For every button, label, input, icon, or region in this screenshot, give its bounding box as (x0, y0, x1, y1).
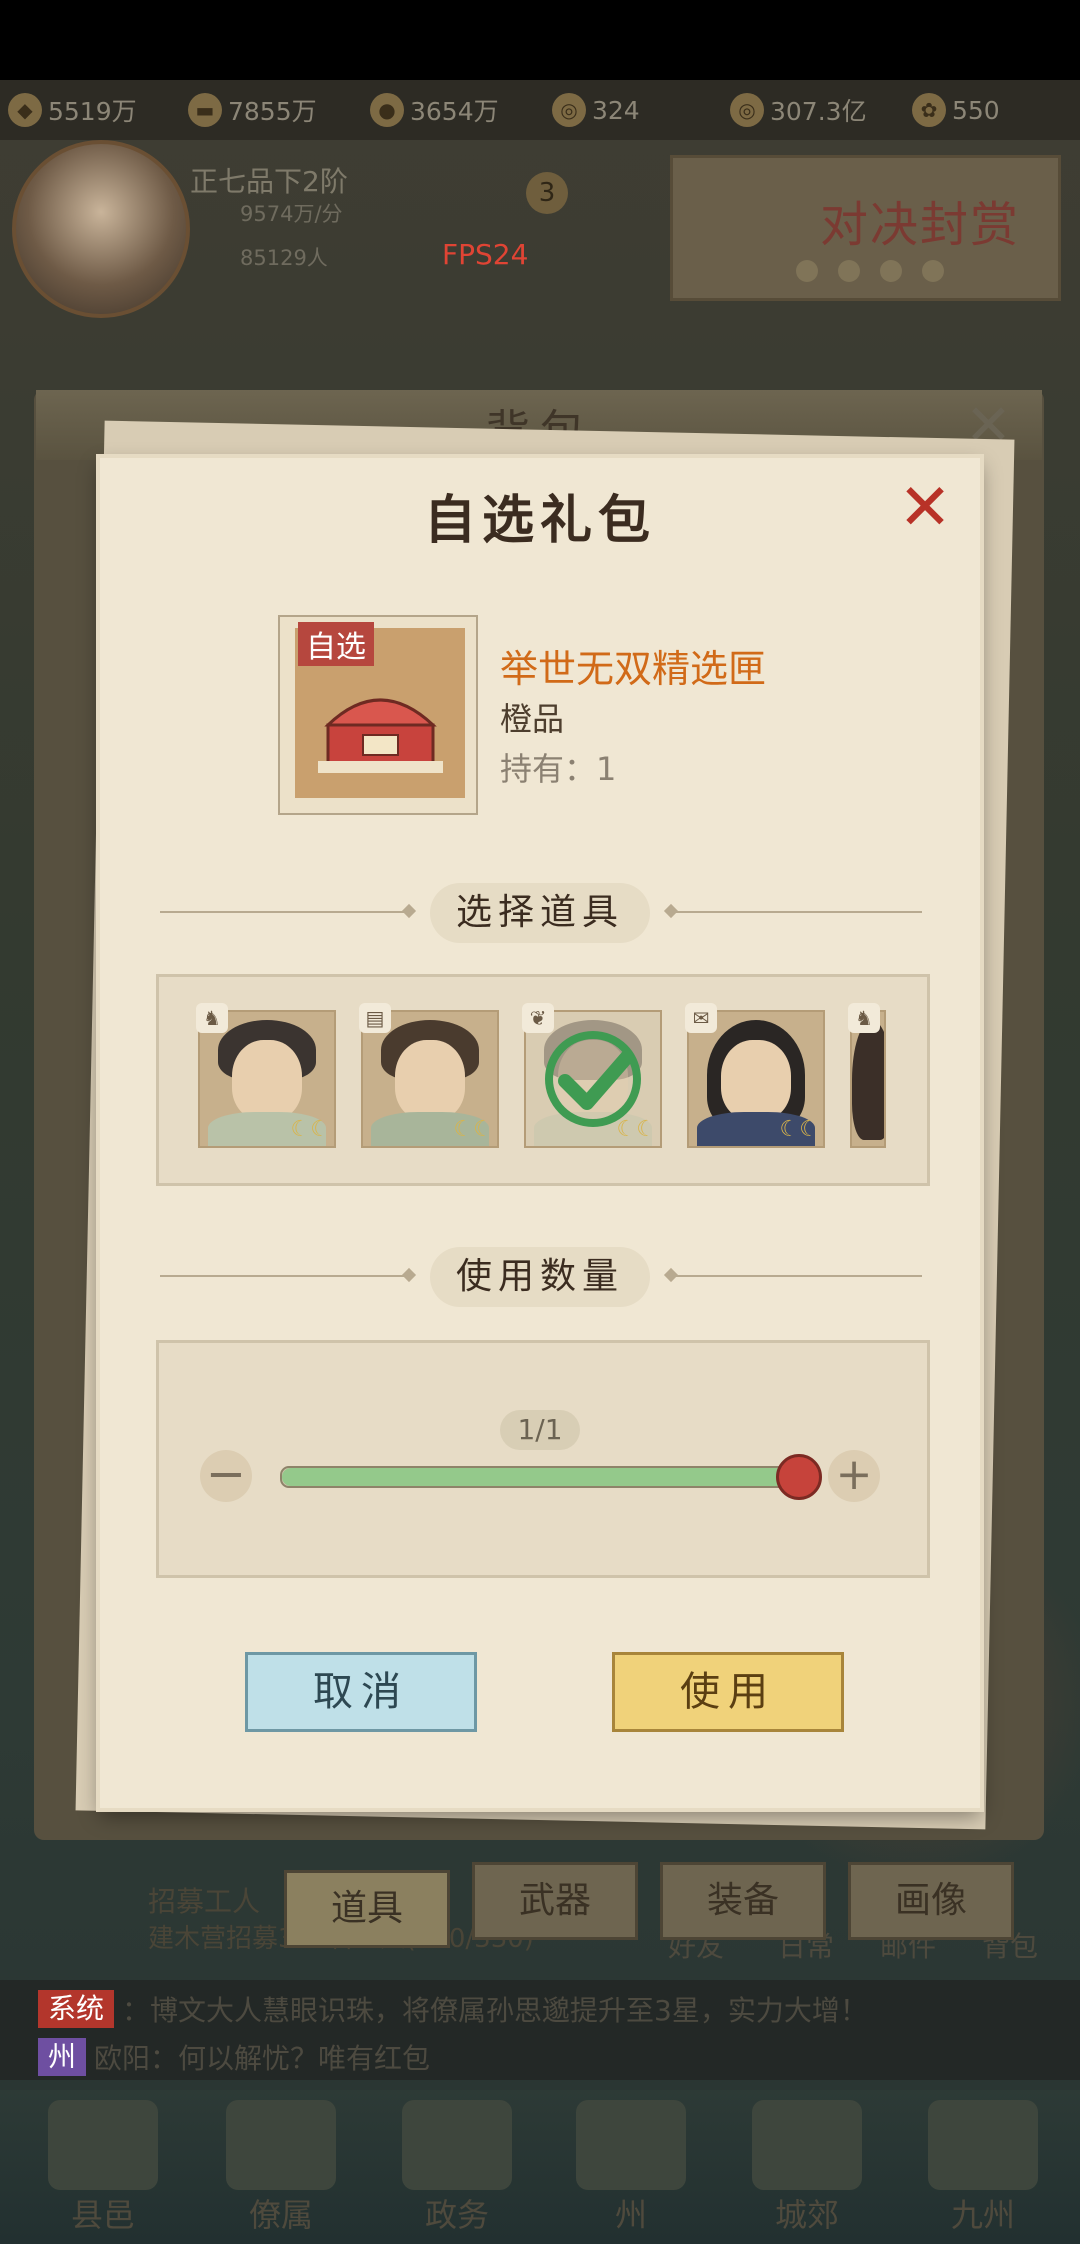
chat-channel-tag: 州 (38, 2038, 87, 2076)
nav-label: 政务 (424, 2196, 489, 2234)
tab-portraits[interactable]: 画像 (848, 1862, 1014, 1940)
treasure-chest-icon (318, 698, 443, 773)
timber-icon: ▬ (188, 93, 222, 127)
fan-icon: ❦ (522, 1003, 554, 1033)
select-section-heading: 选择道具 (430, 883, 650, 943)
chat-message: 州 欧阳：何以解忧？唯有红包 (38, 2036, 430, 2078)
horse-icon: ♞ (848, 1003, 880, 1033)
resource-gold: ◆ 5519万 (8, 90, 137, 130)
chat-text: 欧阳：何以解忧？唯有红包 (94, 2042, 431, 2075)
county-icon (48, 2100, 158, 2190)
moon-icon: ☾☾ (779, 1117, 819, 1142)
cancel-button[interactable]: 取消 (245, 1652, 477, 1732)
level-badge[interactable]: 3 (526, 172, 568, 214)
resource-coin: ◎ 307.3亿 (730, 90, 867, 130)
banner-page-dot (922, 260, 944, 282)
resource-timber-value: 7855万 (228, 97, 317, 126)
divider (672, 1275, 922, 1277)
coin-icon: ◎ (730, 93, 764, 127)
map-icon (928, 2100, 1038, 2190)
resource-coin-value: 307.3亿 (770, 97, 867, 126)
nav-label: 九州 (950, 2196, 1015, 2234)
decrease-button[interactable]: − (200, 1450, 252, 1502)
resource-gold-value: 5519万 (48, 97, 137, 126)
increase-button[interactable]: + (828, 1450, 880, 1502)
affairs-icon (402, 2100, 512, 2190)
nav-affairs[interactable]: 政务 (382, 2090, 532, 2244)
nav-label: 僚属 (248, 2196, 313, 2234)
moon-icon: ☾☾ (453, 1117, 493, 1142)
divider (672, 911, 922, 913)
optional-badge: 自选 (298, 622, 374, 666)
divider (160, 1275, 410, 1277)
chat-message: 系统 ：博文大人慧眼识珠，将僚属孙思邈提升至3星，实力大增！ (38, 1988, 868, 2030)
item-holding-count: 持有：1 (500, 750, 617, 788)
banner-page-dot (796, 260, 818, 282)
horse-icon: ♞ (196, 1003, 228, 1033)
nav-officials[interactable]: 僚属 (206, 2090, 356, 2244)
quantity-slider-handle[interactable] (776, 1454, 822, 1500)
grain-icon: ● (370, 93, 404, 127)
tab-weapons[interactable]: 武器 (472, 1862, 638, 1940)
item-name: 举世无双精选匣 (500, 647, 767, 691)
resource-copper: ◎ 324 (552, 90, 640, 130)
banner-page-dot (880, 260, 902, 282)
player-income: 9574万/分 (240, 202, 343, 226)
dialog-close-button[interactable]: ✕ (895, 476, 955, 540)
task-title: 招募工人 (148, 1885, 261, 1918)
check-icon (545, 1031, 641, 1127)
prefecture-icon (576, 2100, 686, 2190)
quantity-readout: 1/1 (500, 1410, 580, 1450)
banner-page-dot (838, 260, 860, 282)
nav-nine-states[interactable]: 九州 (908, 2090, 1058, 2244)
nav-label: 城郊 (774, 2196, 839, 2234)
flower-icon: ✿ (912, 93, 946, 127)
resource-copper-value: 324 (592, 95, 640, 125)
officials-icon (226, 2100, 336, 2190)
moon-icon: ☾☾ (616, 1117, 656, 1142)
nav-label: 州 (614, 2196, 647, 2234)
resource-grain-value: 3654万 (410, 97, 499, 126)
chat-text: ：博文大人慧眼识珠，将僚属孙思邈提升至3星，实力大增！ (122, 1994, 868, 2027)
player-rank: 正七品下2阶 (190, 165, 348, 198)
chat-channel-tag: 系统 (38, 1990, 115, 2028)
scroll-icon: ✉ (685, 1003, 717, 1033)
tab-items[interactable]: 道具 (284, 1870, 450, 1948)
nav-label: 县邑 (70, 2196, 135, 2234)
resource-flower-value: 550 (952, 95, 1000, 125)
gold-coins-icon: ◆ (8, 93, 42, 127)
divider (160, 911, 410, 913)
resource-flower: ✿ 550 (912, 90, 1000, 130)
nav-county[interactable]: 县邑 (28, 2090, 178, 2244)
moon-icon: ☾☾ (290, 1117, 330, 1142)
resource-grain: ● 3654万 (370, 90, 499, 130)
quantity-section-heading: 使用数量 (430, 1247, 650, 1307)
quantity-slider-fill (282, 1468, 798, 1486)
player-avatar[interactable] (12, 140, 190, 318)
fps-counter: FPS24 (442, 238, 529, 271)
use-button[interactable]: 使用 (612, 1652, 844, 1732)
nav-prefecture[interactable]: 州 (556, 2090, 706, 2244)
item-grade: 橙品 (500, 700, 565, 738)
suburbs-icon (752, 2100, 862, 2190)
nav-suburbs[interactable]: 城郊 (732, 2090, 882, 2244)
tab-equipment[interactable]: 装备 (660, 1862, 826, 1940)
player-population: 85129人 (240, 246, 328, 270)
copper-coin-icon: ◎ (552, 93, 586, 127)
book-icon: ▤ (359, 1003, 391, 1033)
event-banner-title: 对决封赏 (820, 197, 1021, 253)
resource-timber: ▬ 7855万 (188, 90, 317, 130)
